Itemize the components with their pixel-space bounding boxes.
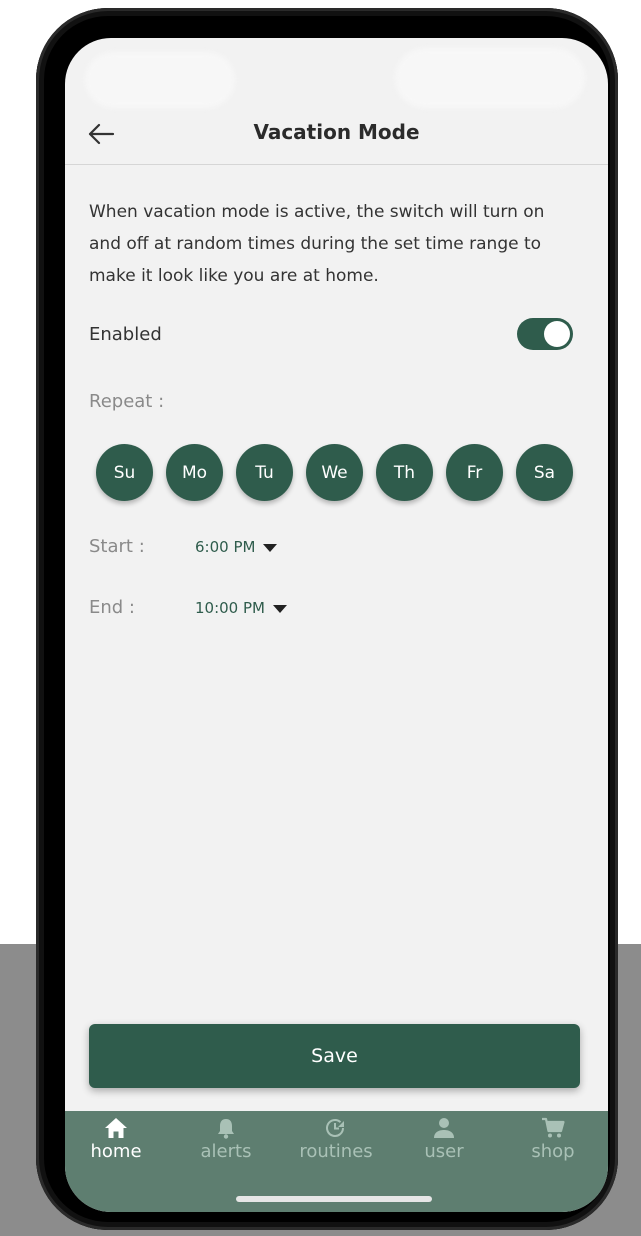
day-button-saturday[interactable]: Sa	[516, 444, 573, 501]
day-button-monday[interactable]: Mo	[166, 444, 223, 501]
day-button-sunday[interactable]: Su	[96, 444, 153, 501]
page-title: Vacation Mode	[253, 120, 420, 144]
home-indicator	[236, 1196, 432, 1202]
save-button[interactable]: Save	[89, 1024, 580, 1088]
tab-home[interactable]: home	[71, 1117, 161, 1162]
vacation-description: When vacation mode is active, the switch…	[89, 202, 545, 286]
tab-label: user	[424, 1141, 464, 1162]
end-label: End :	[89, 597, 135, 618]
end-time-dropdown[interactable]: 10:00 PM	[195, 599, 287, 617]
cart-icon	[542, 1117, 565, 1138]
enabled-label: Enabled	[89, 324, 162, 345]
clock-refresh-icon	[326, 1119, 344, 1137]
bell-icon	[218, 1119, 234, 1139]
day-button-wednesday[interactable]: We	[306, 444, 363, 501]
user-icon	[434, 1118, 454, 1138]
day-button-friday[interactable]: Fr	[446, 444, 503, 501]
tab-shop[interactable]: shop	[508, 1117, 598, 1162]
toggle-knob	[544, 321, 570, 347]
tab-label: routines	[299, 1141, 373, 1162]
nav-header: Vacation Mode	[65, 104, 608, 165]
tab-routines[interactable]: routines	[291, 1117, 381, 1162]
tab-label: shop	[531, 1141, 575, 1162]
tab-user[interactable]: user	[399, 1117, 489, 1162]
status-bar-left	[85, 52, 235, 108]
caret-down-icon	[263, 543, 278, 552]
end-time-value: 10:00 PM	[195, 599, 265, 617]
tab-label: alerts	[200, 1141, 252, 1162]
repeat-label: Repeat :	[89, 391, 165, 412]
tab-label: home	[90, 1141, 142, 1162]
day-button-thursday[interactable]: Th	[376, 444, 433, 501]
start-label: Start :	[89, 536, 145, 557]
repeat-days: Su Mo Tu We Th Fr Sa	[96, 444, 586, 502]
enabled-toggle[interactable]	[517, 318, 573, 350]
start-time-value: 6:00 PM	[195, 538, 256, 556]
caret-down-icon	[272, 604, 287, 613]
tab-alerts[interactable]: alerts	[181, 1117, 271, 1162]
start-time-dropdown[interactable]: 6:00 PM	[195, 538, 278, 556]
status-bar-right	[395, 48, 585, 108]
phone-screen: Vacation Mode When vacation mode is acti…	[65, 38, 608, 1212]
home-icon	[105, 1118, 127, 1138]
day-button-tuesday[interactable]: Tu	[236, 444, 293, 501]
